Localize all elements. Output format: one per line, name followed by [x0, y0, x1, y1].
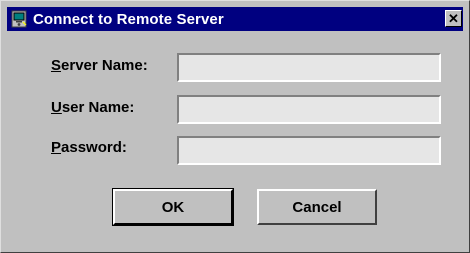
title-bar[interactable]: Connect to Remote Server ✕: [7, 7, 463, 31]
close-button[interactable]: ✕: [445, 10, 462, 27]
user-name-mnemonic: U: [51, 99, 62, 116]
window-title: Connect to Remote Server: [33, 10, 224, 28]
user-name-input[interactable]: [177, 95, 441, 124]
close-icon: ✕: [448, 11, 459, 26]
server-name-mnemonic: S: [51, 57, 62, 74]
ok-button[interactable]: OK: [112, 188, 234, 226]
server-name-input[interactable]: [177, 53, 441, 82]
password-input[interactable]: [177, 136, 441, 165]
network-computer-icon: [11, 10, 27, 28]
user-name-label: User Name:: [51, 99, 134, 116]
connect-dialog: Connect to Remote Server ✕ Server Name: …: [0, 0, 470, 253]
password-mnemonic: P: [51, 139, 62, 156]
password-label: Password:: [51, 139, 127, 156]
server-name-label-text: erver Name:: [61, 57, 148, 74]
password-label-text: assword:: [61, 139, 127, 156]
cancel-button[interactable]: Cancel: [257, 189, 377, 225]
user-name-label-text: ser Name:: [61, 99, 135, 116]
server-name-label: Server Name:: [51, 57, 148, 74]
